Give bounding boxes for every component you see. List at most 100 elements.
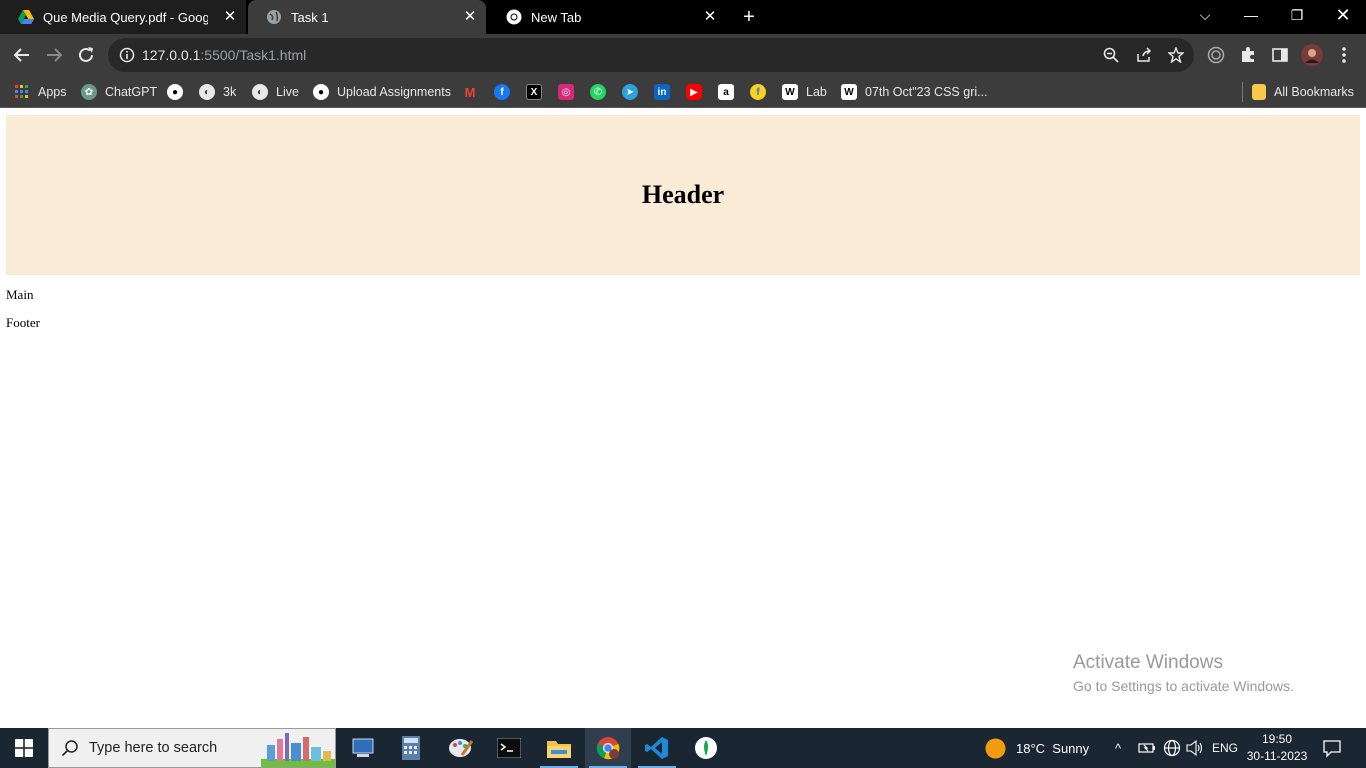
- profile-avatar[interactable]: [1300, 43, 1324, 67]
- bookmark-linkedin[interactable]: in: [654, 83, 678, 101]
- gmail-icon: M: [464, 84, 476, 100]
- reload-icon[interactable]: [74, 43, 98, 67]
- bookmark-apps[interactable]: Apps: [14, 83, 67, 101]
- flipkart-icon: f: [750, 84, 766, 100]
- bookmark-label: 3k: [223, 85, 237, 99]
- bookmark-upload-assignments[interactable]: ● Upload Assignments: [313, 83, 451, 101]
- taskbar-app-network[interactable]: [340, 728, 386, 768]
- close-tab-icon[interactable]: ✕: [462, 9, 478, 25]
- search-icon: [61, 739, 79, 757]
- windows-start-icon[interactable]: [0, 728, 48, 768]
- page-main-text: Main: [6, 287, 34, 302]
- bookmark-flipkart[interactable]: f: [750, 83, 774, 101]
- bookmark-label: Lab: [806, 85, 827, 99]
- search-placeholder: Type here to search: [89, 740, 218, 756]
- facebook-icon: f: [494, 84, 510, 100]
- volume-icon[interactable]: [1186, 728, 1204, 768]
- url-host: 127.0.0.1: [142, 47, 201, 63]
- bookmark-label: ChatGPT: [105, 85, 158, 99]
- new-tab-plus-icon[interactable]: +: [738, 6, 760, 28]
- clock-time: 19:50: [1261, 732, 1293, 746]
- bookmark-chatgpt[interactable]: ✿ ChatGPT: [81, 83, 157, 101]
- tab-title: Que Media Query.pdf - Google Drive: [43, 9, 208, 25]
- url-text: 127.0.0.1:5500/Task1.html: [142, 47, 306, 63]
- bookmark-amazon[interactable]: a: [718, 83, 742, 101]
- activate-windows-watermark: Activate Windows Go to Settings to activ…: [1073, 652, 1294, 694]
- close-tab-icon[interactable]: ✕: [222, 9, 238, 25]
- tab-search-chevron-icon[interactable]: ⌵: [1182, 0, 1228, 34]
- amazon-icon: a: [718, 84, 734, 100]
- apps-grid-icon: [14, 84, 30, 100]
- taskbar-search-box[interactable]: Type here to search: [48, 728, 336, 768]
- restore-icon[interactable]: ❐: [1274, 0, 1320, 34]
- bookmark-telegram[interactable]: ➤: [622, 83, 646, 101]
- side-panel-icon[interactable]: [1268, 43, 1292, 67]
- chatgpt-icon: ✿: [81, 84, 97, 100]
- bookmark-instagram[interactable]: ◎: [558, 83, 582, 101]
- web-page: Header Main Footer Activate Windows Go t…: [0, 109, 1366, 728]
- bookmark-facebook[interactable]: f: [494, 83, 518, 101]
- clock[interactable]: 19:50 30-11-2023: [1244, 731, 1310, 765]
- minimize-icon[interactable]: —: [1228, 0, 1274, 34]
- page-header-title: Header: [641, 180, 725, 209]
- youtube-icon: ▶: [686, 84, 702, 100]
- network-globe-icon[interactable]: [1163, 728, 1181, 768]
- taskbar-app-terminal[interactable]: [486, 728, 532, 768]
- windows-taskbar: Type here to search 18°C Sunny ^ ENG 19:…: [0, 728, 1366, 768]
- bookmark-label: 07th Oct"23 CSS gri...: [865, 85, 988, 99]
- bookmark-gmail[interactable]: M: [462, 83, 486, 101]
- forward-arrow-icon[interactable]: [42, 43, 66, 67]
- back-arrow-icon[interactable]: [10, 43, 34, 67]
- close-window-icon[interactable]: ✕: [1320, 0, 1366, 34]
- extension-target-icon[interactable]: [1204, 43, 1228, 67]
- telegram-icon: ➤: [622, 84, 638, 100]
- notifications-icon[interactable]: [1322, 728, 1342, 768]
- weather-widget[interactable]: 18°C Sunny: [985, 728, 1089, 768]
- close-tab-icon[interactable]: ✕: [702, 9, 718, 25]
- bookmark-lab[interactable]: W Lab: [782, 83, 827, 101]
- taskbar-app-mongodb-compass[interactable]: [683, 728, 729, 768]
- taskbar-app-calculator[interactable]: [388, 728, 434, 768]
- globe-icon: ◐: [252, 84, 268, 100]
- bookmark-3k[interactable]: ◐ 3k: [199, 83, 236, 101]
- taskbar-app-vscode[interactable]: [634, 728, 680, 768]
- show-hidden-icons-chevron[interactable]: ^: [1115, 728, 1121, 768]
- chrome-icon: [506, 9, 522, 25]
- tab-title: New Tab: [531, 9, 582, 25]
- tab-que-media-query[interactable]: Que Media Query.pdf - Google Drive ✕: [0, 0, 246, 34]
- site-info-icon[interactable]: [118, 46, 136, 64]
- bookmark-x[interactable]: X: [526, 83, 550, 101]
- folder-icon: [1252, 84, 1266, 100]
- tab-new-tab[interactable]: New Tab ✕: [488, 0, 726, 34]
- globe-icon: [266, 9, 282, 25]
- all-bookmarks[interactable]: All Bookmarks: [1252, 83, 1354, 101]
- zoom-icon[interactable]: [1102, 46, 1120, 64]
- bookmark-label: Live: [276, 85, 299, 99]
- bookmark-label: Apps: [38, 85, 67, 99]
- taskbar-app-paint[interactable]: [438, 728, 484, 768]
- page-icon: W: [841, 84, 857, 100]
- extensions-puzzle-icon[interactable]: [1236, 43, 1260, 67]
- battery-icon[interactable]: [1138, 728, 1156, 768]
- bookmark-youtube[interactable]: ▶: [686, 83, 710, 101]
- share-icon[interactable]: [1135, 46, 1153, 64]
- page-footer-text: Footer: [6, 315, 40, 330]
- globe-icon: ◐: [199, 84, 215, 100]
- bookmark-whatsapp[interactable]: ✆: [590, 83, 614, 101]
- browser-toolbar: 127.0.0.1:5500/Task1.html: [0, 34, 1366, 76]
- watermark-title: Activate Windows: [1073, 652, 1223, 673]
- weather-text: 18°C Sunny: [1016, 740, 1090, 756]
- screen: Que Media Query.pdf - Google Drive ✕ Tas…: [0, 0, 1366, 768]
- bookmarks-bar: Apps ✿ ChatGPT ● ◐ 3k ◐ Live ● Upload As…: [0, 76, 1366, 108]
- taskbar-app-file-explorer[interactable]: [536, 728, 582, 768]
- bookmark-github[interactable]: ●: [167, 83, 191, 101]
- menu-kebab-icon[interactable]: [1332, 43, 1356, 67]
- language-indicator[interactable]: ENG: [1212, 728, 1238, 768]
- taskbar-app-chrome[interactable]: [585, 728, 631, 768]
- bookmark-css-grid[interactable]: W 07th Oct"23 CSS gri...: [841, 83, 988, 101]
- address-bar[interactable]: 127.0.0.1:5500/Task1.html: [108, 38, 1194, 72]
- bookmark-live[interactable]: ◐ Live: [252, 83, 299, 101]
- bookmark-star-icon[interactable]: [1167, 46, 1185, 64]
- tab-task-1[interactable]: Task 1 ✕: [248, 0, 486, 34]
- watermark-subtitle: Go to Settings to activate Windows.: [1073, 678, 1294, 694]
